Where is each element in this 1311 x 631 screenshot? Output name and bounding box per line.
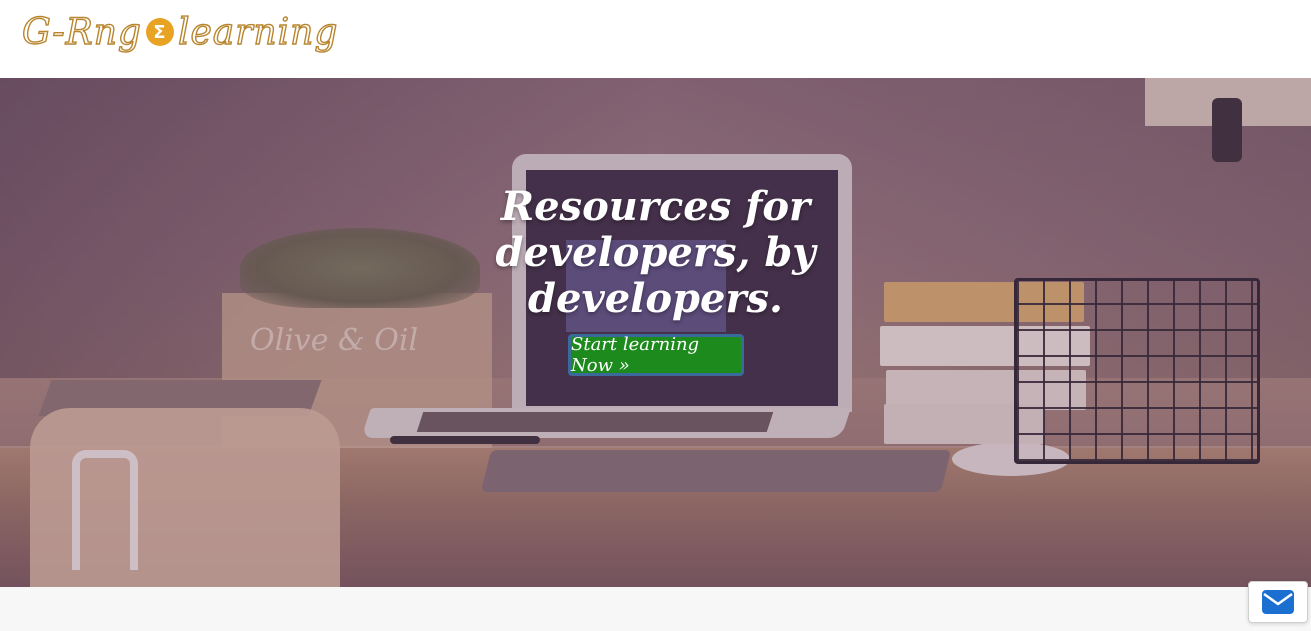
logo-text-left: G-Rng	[21, 11, 142, 53]
top-navbar: G-Rng Σ learning	[0, 0, 1311, 78]
logo-sigma-icon: Σ	[145, 18, 174, 46]
envelope-icon	[1262, 590, 1294, 614]
hero-banner: Olive & Oil Resources for developers, by…	[0, 78, 1311, 587]
site-logo[interactable]: G-Rng Σ learning	[21, 6, 339, 58]
hero-tint-overlay	[0, 78, 1311, 587]
start-learning-button[interactable]: Start learning Now »	[568, 334, 744, 376]
logo-text-right: learning	[177, 11, 339, 53]
hero-heading: Resources for developers, by developers.	[495, 183, 816, 322]
contact-widget-button[interactable]	[1248, 581, 1308, 623]
